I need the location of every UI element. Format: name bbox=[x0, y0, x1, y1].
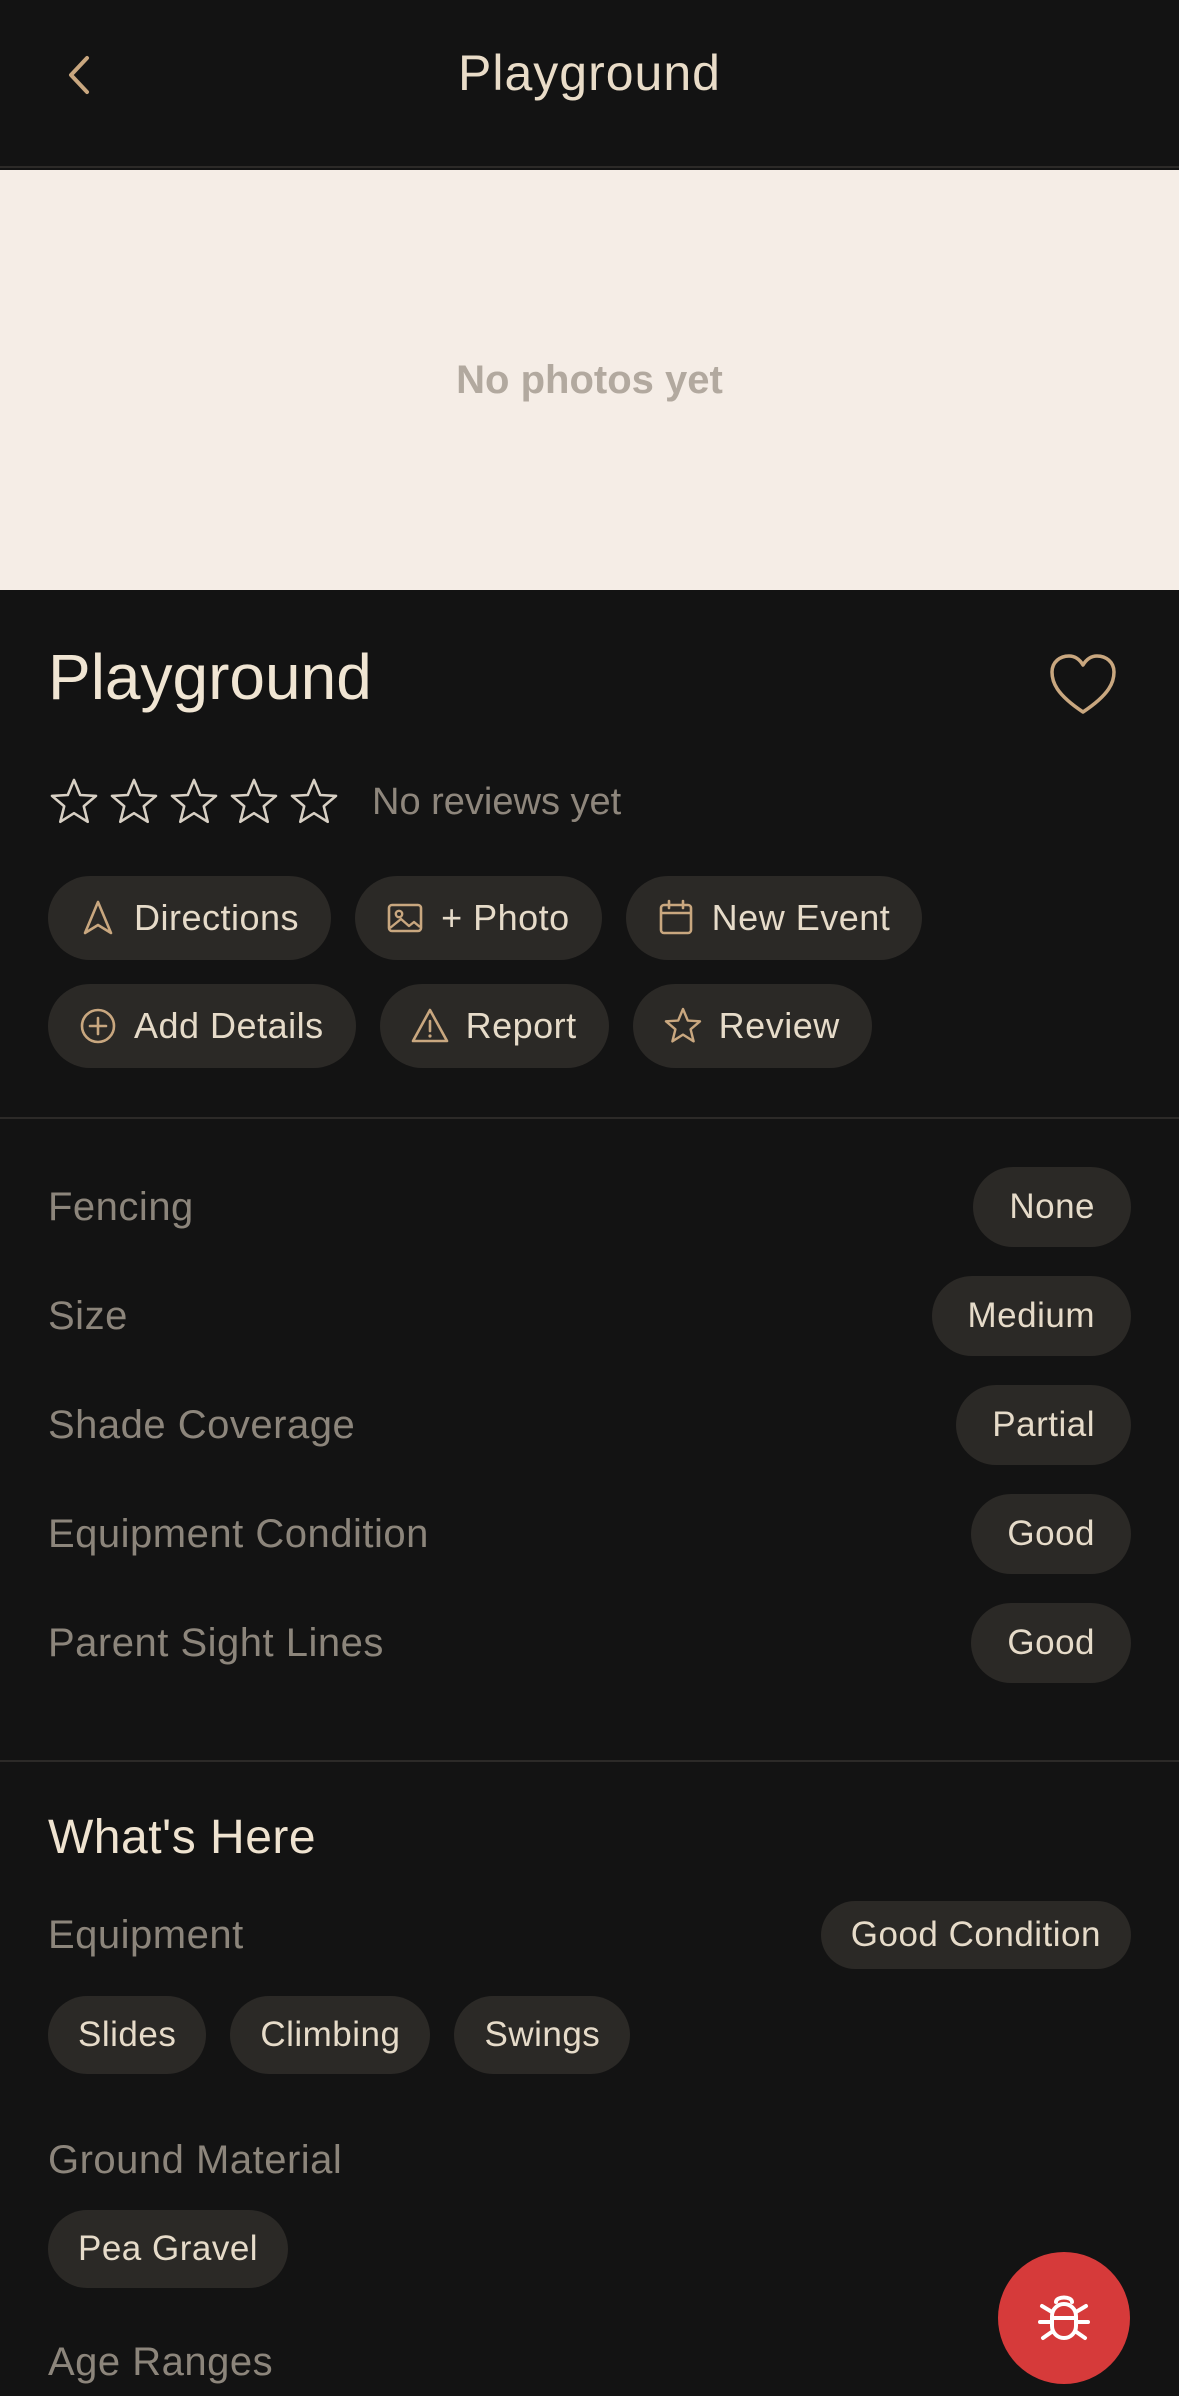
equipment-tag: Swings bbox=[454, 1996, 631, 2074]
rating-star-icon[interactable] bbox=[288, 776, 340, 828]
favorite-button[interactable] bbox=[1046, 650, 1120, 720]
header-title: Playground bbox=[458, 45, 721, 101]
attribute-row-parent-sight-lines: Parent Sight Lines Good bbox=[48, 1603, 1131, 1683]
report-label: Report bbox=[465, 1005, 577, 1046]
attribute-row-fencing: Fencing None bbox=[48, 1167, 1131, 1247]
attribute-value-pill: Medium bbox=[931, 1276, 1131, 1356]
navigation-arrow-icon bbox=[83, 900, 113, 935]
place-title: Playground bbox=[48, 641, 372, 713]
rating-row: No reviews yet bbox=[48, 772, 621, 832]
attribute-value-pill: Partial bbox=[956, 1385, 1131, 1465]
no-photos-text: No photos yet bbox=[456, 357, 723, 402]
new-event-button[interactable]: New Event bbox=[625, 876, 923, 960]
attribute-label: Fencing bbox=[48, 1184, 194, 1229]
add-photo-button[interactable]: + Photo bbox=[355, 876, 602, 960]
attribute-label: Equipment Condition bbox=[48, 1511, 429, 1556]
attribute-row-shade-coverage: Shade Coverage Partial bbox=[48, 1385, 1131, 1465]
attribute-row-size: Size Medium bbox=[48, 1276, 1131, 1356]
action-buttons: Directions + Photo New Event Add Details… bbox=[48, 876, 1148, 1092]
attribute-label: Parent Sight Lines bbox=[48, 1620, 384, 1665]
review-button[interactable]: Review bbox=[632, 984, 872, 1068]
directions-button[interactable]: Directions bbox=[48, 876, 332, 960]
place-detail-screen: Playground No photos yet Playground No r… bbox=[0, 0, 1179, 2396]
rating-star-icon[interactable] bbox=[108, 776, 160, 828]
ground-material-label: Ground Material bbox=[48, 2138, 343, 2182]
ground-material-tag: Pea Gravel bbox=[48, 2210, 289, 2288]
directions-label: Directions bbox=[134, 897, 300, 938]
heart-icon bbox=[1050, 654, 1116, 714]
star-rating[interactable] bbox=[48, 776, 348, 828]
equipment-condition-badge: Good Condition bbox=[820, 1901, 1131, 1969]
age-ranges-label: Age Ranges bbox=[48, 2340, 274, 2384]
calendar-icon bbox=[659, 899, 692, 935]
plus-circle-icon bbox=[80, 1008, 116, 1044]
divider bbox=[0, 1760, 1179, 1762]
star-icon bbox=[664, 1007, 701, 1043]
add-details-button[interactable]: Add Details bbox=[48, 984, 356, 1068]
attribute-value-pill: Good bbox=[971, 1494, 1131, 1574]
rating-star-icon[interactable] bbox=[168, 776, 220, 828]
add-photo-label: + Photo bbox=[441, 897, 570, 938]
bug-report-button[interactable] bbox=[998, 2252, 1130, 2384]
attribute-label: Shade Coverage bbox=[48, 1402, 356, 1447]
equipment-tag: Climbing bbox=[230, 1996, 431, 2074]
equipment-row: Equipment Good Condition bbox=[48, 1900, 1131, 1970]
equipment-tag: Slides bbox=[48, 1996, 207, 2074]
add-details-label: Add Details bbox=[134, 1005, 324, 1046]
attribute-row-equipment-condition: Equipment Condition Good bbox=[48, 1494, 1131, 1574]
rating-star-icon[interactable] bbox=[228, 776, 280, 828]
ground-material-tags: Pea Gravel bbox=[48, 2210, 289, 2288]
divider bbox=[0, 1117, 1179, 1119]
new-event-label: New Event bbox=[711, 897, 891, 938]
rating-star-icon[interactable] bbox=[48, 776, 100, 828]
report-button[interactable]: Report bbox=[379, 984, 609, 1068]
bug-icon bbox=[1038, 2295, 1090, 2340]
top-bar: Playground bbox=[0, 0, 1179, 168]
attribute-label: Size bbox=[48, 1293, 128, 1338]
attribute-value-pill: Good bbox=[971, 1603, 1131, 1683]
image-icon bbox=[387, 903, 423, 933]
review-label: Review bbox=[718, 1005, 840, 1046]
warning-triangle-icon bbox=[411, 1008, 448, 1043]
whats-here-title: What's Here bbox=[48, 1811, 317, 1864]
equipment-tags: Slides Climbing Swings bbox=[48, 1996, 631, 2074]
photo-gallery[interactable]: No photos yet bbox=[0, 170, 1179, 590]
equipment-label: Equipment bbox=[48, 1912, 244, 1957]
attribute-value-pill: None bbox=[973, 1167, 1131, 1247]
reviews-count-text: No reviews yet bbox=[372, 780, 622, 823]
